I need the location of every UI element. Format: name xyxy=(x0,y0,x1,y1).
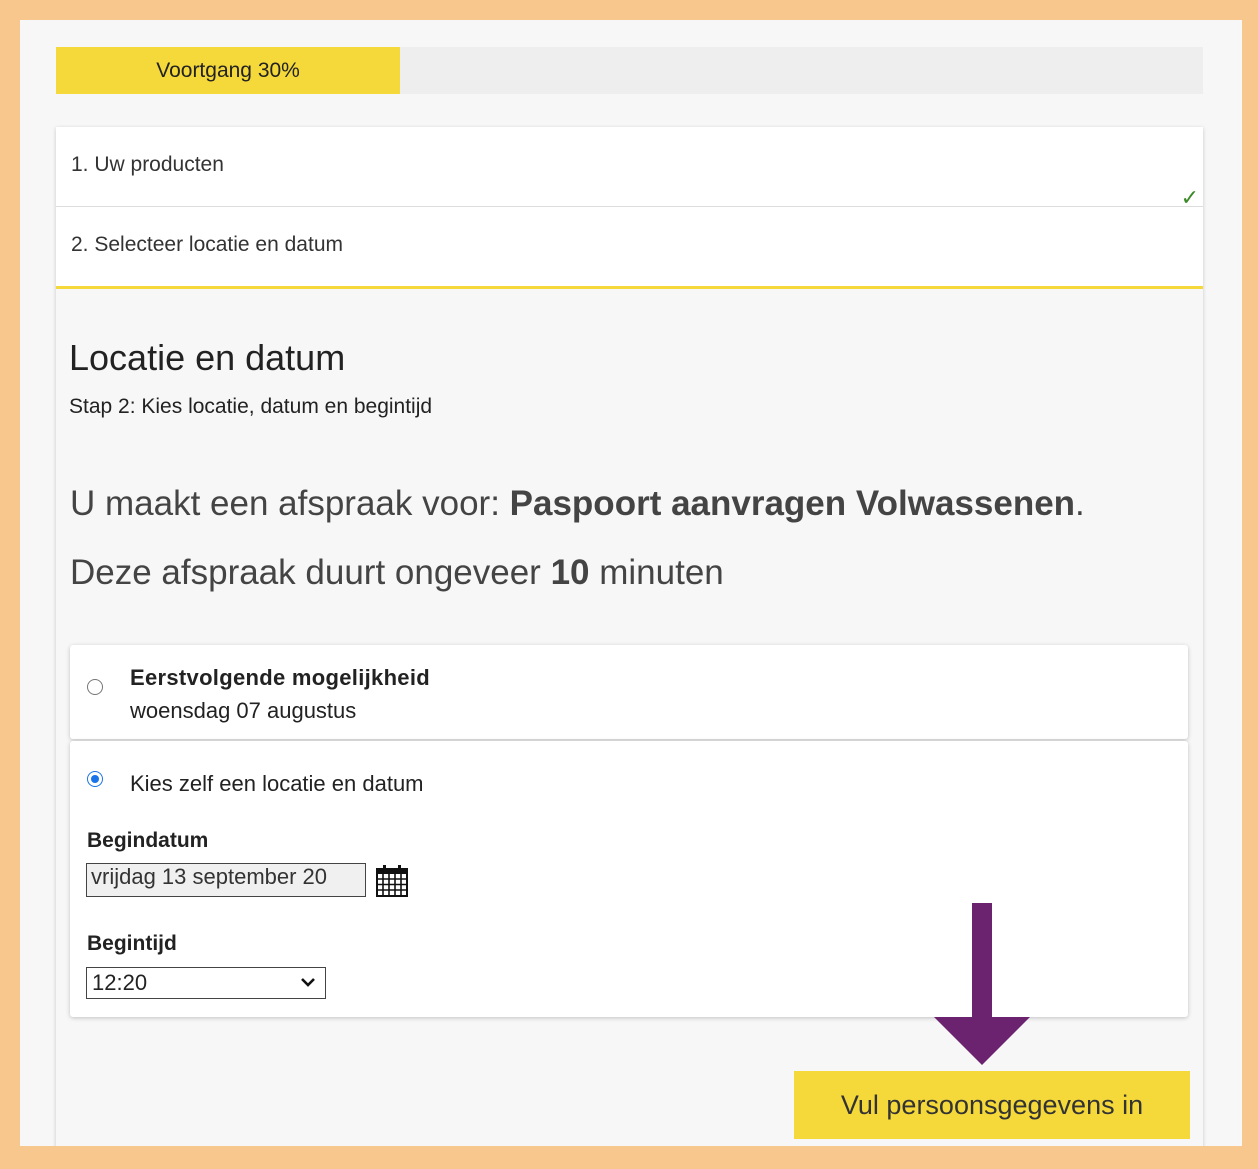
option-label: Kies zelf een locatie en datum xyxy=(130,771,424,796)
start-time-value: 12:20 xyxy=(92,970,148,995)
radio-custom[interactable] xyxy=(87,771,103,787)
option-first-available[interactable]: Eerstvolgende mogelijkheid woensdag 07 a… xyxy=(70,645,1188,739)
start-date-value: vrijdag 13 september 20 xyxy=(91,864,328,889)
next-button[interactable]: Vul persoonsgegevens in xyxy=(794,1071,1190,1139)
wizard-card: 1. Uw producten ✓ 2. Selecteer locatie e… xyxy=(56,127,1203,1146)
page-frame: Voortgang 30% 1. Uw producten ✓ 2. Selec… xyxy=(20,20,1242,1146)
duration-suffix: minuten xyxy=(589,553,724,592)
step-label: 1. Uw producten xyxy=(71,153,224,176)
next-button-label: Vul persoonsgegevens in xyxy=(840,1089,1144,1120)
progress-fill: Voortgang 30% xyxy=(56,47,401,94)
appointment-suffix: . xyxy=(1075,484,1085,523)
radio-first-available[interactable] xyxy=(87,679,103,695)
chevron-down-icon xyxy=(301,978,315,987)
appointment-summary: U maakt een afspraak voor: Paspoort aanv… xyxy=(70,484,1085,524)
step-uw-producten[interactable]: 1. Uw producten ✓ xyxy=(56,127,1203,210)
duration-prefix: Deze afspraak duurt ongeveer xyxy=(70,553,551,592)
start-date-label: Begindatum xyxy=(87,829,209,852)
start-date-input[interactable]: vrijdag 13 september 20 xyxy=(86,863,366,897)
step-selecteer-locatie[interactable]: 2. Selecteer locatie en datum xyxy=(56,207,1203,289)
option-date: woensdag 07 augustus xyxy=(130,698,357,723)
duration-value: 10 xyxy=(550,553,590,592)
option-title: Eerstvolgende mogelijkheid xyxy=(130,665,430,690)
start-time-label: Begintijd xyxy=(87,932,177,955)
appointment-duration: Deze afspraak duurt ongeveer 10 minuten xyxy=(70,553,724,593)
appointment-prefix: U maakt een afspraak voor: xyxy=(70,484,510,523)
page-title: Locatie en datum xyxy=(69,337,346,378)
start-time-select[interactable]: 12:20 xyxy=(86,967,326,999)
page-subtitle: Stap 2: Kies locatie, datum en begintijd xyxy=(69,395,433,418)
progress-label: Voortgang 30% xyxy=(156,58,300,82)
down-arrow-icon xyxy=(934,903,1030,1065)
calendar-icon[interactable] xyxy=(374,863,410,899)
step-label: 2. Selecteer locatie en datum xyxy=(71,233,343,256)
progress-bar: Voortgang 30% xyxy=(56,47,1203,94)
appointment-product: Paspoort aanvragen Volwassenen xyxy=(509,484,1076,523)
